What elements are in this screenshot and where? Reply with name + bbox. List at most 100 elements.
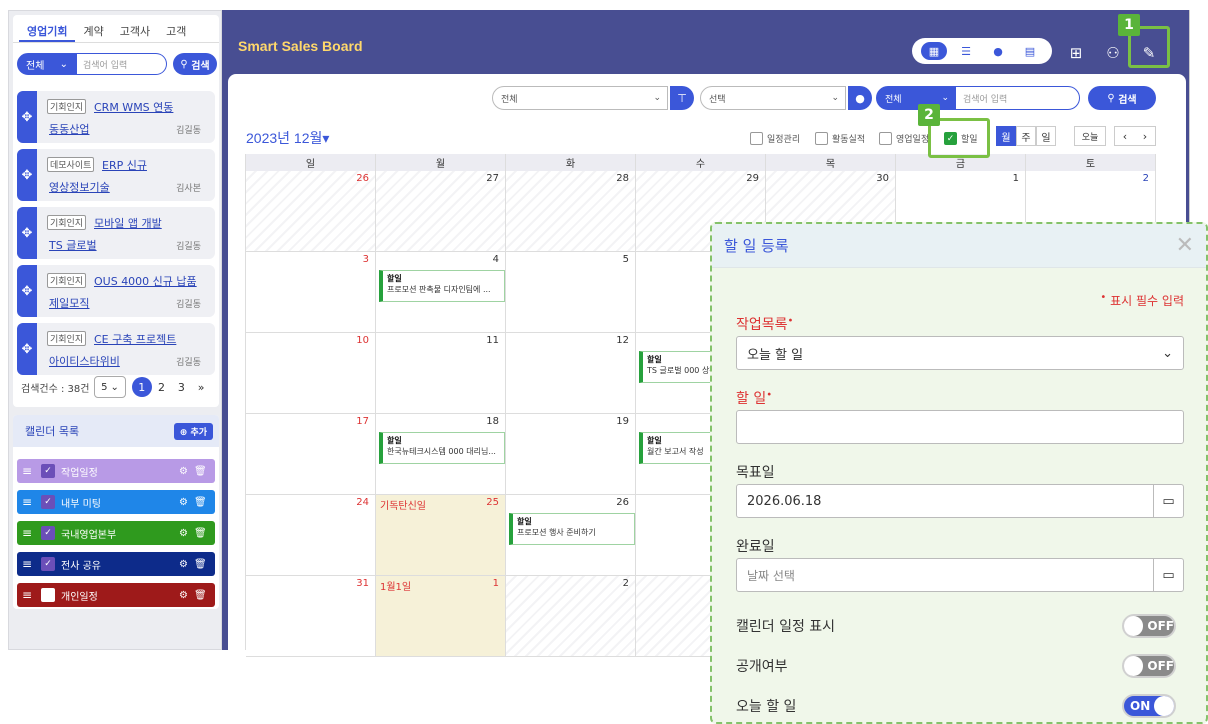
move-icon[interactable]: ✥ bbox=[17, 323, 37, 375]
calendar-view-icon[interactable]: ▦ bbox=[921, 42, 947, 60]
week-view-button[interactable]: 주 bbox=[1016, 126, 1036, 146]
gear-icon[interactable]: ⚙ bbox=[179, 497, 188, 508]
day-cell[interactable]: 10 bbox=[246, 333, 376, 414]
page-size-select[interactable]: 5 ⌄ bbox=[94, 376, 126, 398]
page-2[interactable]: 2 bbox=[152, 377, 172, 397]
page-1[interactable]: 1 bbox=[131, 377, 152, 397]
opportunity-title[interactable]: 모바일 앱 개발 bbox=[94, 215, 162, 231]
drag-handle-icon[interactable]: ≡ bbox=[17, 464, 37, 478]
person-icon[interactable]: ● bbox=[848, 86, 872, 110]
add-calendar-button[interactable]: ⊕ 추가 bbox=[173, 422, 213, 440]
opportunity-company[interactable]: 동동산업 bbox=[49, 121, 89, 137]
filter-select-3[interactable]: 전체 ⌄ bbox=[876, 86, 956, 110]
add-schedule-icon[interactable]: ⊞ bbox=[1065, 42, 1087, 64]
table-view-icon[interactable]: ▤ bbox=[1017, 42, 1043, 60]
calendar-display-toggle[interactable]: OFF bbox=[1122, 614, 1176, 638]
opportunity-card[interactable]: ✥ 기회인지 CE 구축 프로젝트 아이티스타위비 김길동 bbox=[17, 323, 215, 375]
calendar-checkbox[interactable]: ✓ bbox=[41, 557, 55, 571]
main-search-input[interactable]: 검색어 입력 bbox=[954, 86, 1080, 110]
day-cell[interactable]: 27 bbox=[376, 171, 506, 252]
person-view-icon[interactable]: ● bbox=[985, 42, 1011, 60]
opportunity-card[interactable]: ✥ 기회인지 CRM WMS 연동 동동산업 김길동 bbox=[17, 91, 215, 143]
move-icon[interactable]: ✥ bbox=[17, 149, 37, 201]
tab-customer[interactable]: 고객 bbox=[158, 23, 194, 42]
tab-customer-company[interactable]: 고객사 bbox=[112, 23, 158, 42]
target-date-field[interactable]: 2026.06.18 ▭ bbox=[736, 484, 1184, 518]
check-activity[interactable]: 활동실적 bbox=[815, 132, 865, 145]
gear-icon[interactable]: ⚙ bbox=[179, 528, 188, 539]
opportunity-card[interactable]: ✥ 데모사이트 ERP 신규 영상정보기술 김사본 bbox=[17, 149, 215, 201]
calendar-checkbox[interactable] bbox=[41, 588, 55, 602]
drag-handle-icon[interactable]: ≡ bbox=[17, 526, 37, 540]
move-icon[interactable]: ✥ bbox=[17, 91, 37, 143]
opportunity-company[interactable]: 아이티스타위비 bbox=[49, 353, 120, 369]
day-cell[interactable]: 26 bbox=[246, 171, 376, 252]
gear-icon[interactable]: ⚙ bbox=[179, 590, 188, 601]
main-search-button[interactable]: ⚲ 검색 bbox=[1088, 86, 1156, 110]
day-cell[interactable]: 25 기독탄신일 bbox=[376, 495, 506, 576]
work-list-select[interactable]: 오늘 할 일 ⌄ bbox=[736, 336, 1184, 370]
page-3[interactable]: 3 bbox=[171, 377, 191, 397]
close-icon[interactable]: ✕ bbox=[1176, 233, 1194, 258]
filter-select-2[interactable]: 선택 ⌄ bbox=[700, 86, 846, 110]
org-tree-icon[interactable]: ⊤ bbox=[670, 86, 694, 110]
move-icon[interactable]: ✥ bbox=[17, 265, 37, 317]
list-view-icon[interactable]: ☰ bbox=[953, 42, 979, 60]
calendar-checkbox[interactable]: ✓ bbox=[41, 464, 55, 478]
calendar-item[interactable]: ≡ ✓ 작업일정 ⚙ 🗑 bbox=[17, 459, 215, 483]
next-pages-icon[interactable]: » bbox=[191, 377, 211, 397]
opportunity-card[interactable]: ✥ 기회인지 OUS 4000 신규 납품 제일모직 김길동 bbox=[17, 265, 215, 317]
opportunity-title[interactable]: OUS 4000 신규 납품 bbox=[94, 273, 197, 289]
day-cell[interactable]: 1 1월1일 bbox=[376, 576, 506, 657]
day-cell[interactable]: 2 bbox=[506, 576, 636, 657]
day-cell[interactable]: 5 bbox=[506, 252, 636, 333]
opportunity-company[interactable]: TS 글로벌 bbox=[49, 237, 97, 253]
left-search-button[interactable]: ⚲ 검색 bbox=[173, 53, 217, 75]
opportunity-title[interactable]: CE 구축 프로젝트 bbox=[94, 331, 176, 347]
day-cell[interactable]: 12 bbox=[506, 333, 636, 414]
opportunity-title[interactable]: ERP 신규 bbox=[102, 157, 147, 173]
calendar-checkbox[interactable]: ✓ bbox=[41, 526, 55, 540]
calendar-item[interactable]: ≡ ✓ 국내영업본부 ⚙ 🗑 bbox=[17, 521, 215, 545]
check-sales-schedule[interactable]: 영업일정 bbox=[879, 132, 929, 145]
left-search-select[interactable]: 전체 ⌄ bbox=[17, 53, 77, 75]
todo-event[interactable]: 할일 프로모션 판촉물 디자인팀에 ... bbox=[379, 270, 505, 302]
opportunity-title[interactable]: CRM WMS 연동 bbox=[94, 99, 173, 115]
calendar-icon[interactable]: ▭ bbox=[1153, 485, 1183, 517]
calendar-item[interactable]: ≡ ✓ 전사 공유 ⚙ 🗑 bbox=[17, 552, 215, 576]
day-cell[interactable]: 24 bbox=[246, 495, 376, 576]
checkbox[interactable] bbox=[750, 132, 763, 145]
checkbox[interactable] bbox=[879, 132, 892, 145]
day-cell[interactable]: 31 bbox=[246, 576, 376, 657]
day-cell[interactable]: 19 bbox=[506, 414, 636, 495]
checkbox[interactable] bbox=[815, 132, 828, 145]
opportunity-card[interactable]: ✥ 기회인지 모바일 앱 개발 TS 글로벌 김길동 bbox=[17, 207, 215, 259]
today-todo-toggle[interactable]: ON bbox=[1122, 694, 1176, 718]
today-button[interactable]: 오늘 bbox=[1074, 126, 1106, 146]
public-toggle[interactable]: OFF bbox=[1122, 654, 1176, 678]
todo-event[interactable]: 할일 한국뉴테크시스템 000 대리님... bbox=[379, 432, 505, 464]
day-cell[interactable]: 17 bbox=[246, 414, 376, 495]
tab-contract[interactable]: 계약 bbox=[75, 23, 111, 42]
done-date-field[interactable]: 날짜 선택 ▭ bbox=[736, 558, 1184, 592]
add-user-icon[interactable]: ⚇ bbox=[1102, 42, 1124, 64]
drag-handle-icon[interactable]: ≡ bbox=[17, 557, 37, 571]
drag-handle-icon[interactable]: ≡ bbox=[17, 588, 37, 602]
gear-icon[interactable]: ⚙ bbox=[179, 466, 188, 477]
trash-icon[interactable]: 🗑 bbox=[194, 590, 207, 601]
opportunity-company[interactable]: 제일모직 bbox=[49, 295, 89, 311]
day-cell[interactable]: 28 bbox=[506, 171, 636, 252]
calendar-item[interactable]: ≡ 개인일정 ⚙ 🗑 bbox=[17, 583, 215, 607]
opportunity-company[interactable]: 영상정보기술 bbox=[49, 179, 110, 195]
check-schedule[interactable]: 일정관리 bbox=[750, 132, 800, 145]
gear-icon[interactable]: ⚙ bbox=[179, 559, 188, 570]
trash-icon[interactable]: 🗑 bbox=[194, 528, 207, 539]
left-search-input[interactable]: 검색어 입력 bbox=[77, 53, 167, 75]
todo-event[interactable]: 할일 프로모션 행사 준비하기 bbox=[509, 513, 635, 545]
prev-month-icon[interactable]: ‹ bbox=[1123, 130, 1127, 143]
day-cell[interactable]: 3 bbox=[246, 252, 376, 333]
drag-handle-icon[interactable]: ≡ bbox=[17, 495, 37, 509]
month-selector[interactable]: 2023년 12월▾ bbox=[246, 128, 329, 148]
trash-icon[interactable]: 🗑 bbox=[194, 559, 207, 570]
trash-icon[interactable]: 🗑 bbox=[194, 497, 207, 508]
